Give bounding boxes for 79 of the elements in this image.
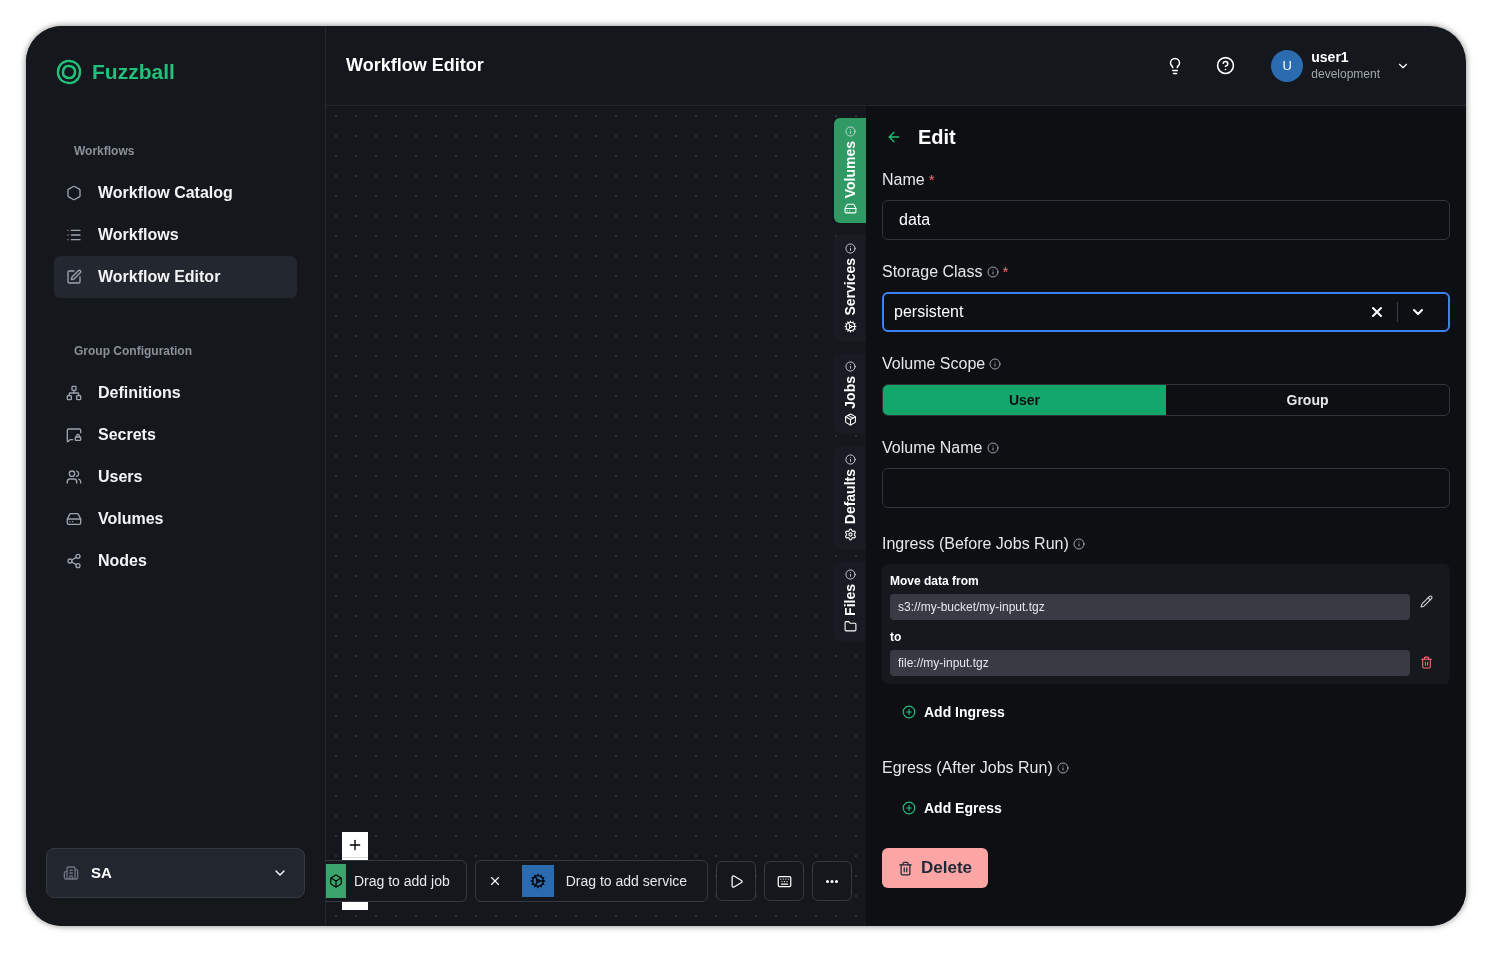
nav-icon [66,385,82,401]
info-icon [844,453,856,465]
org-switcher[interactable]: SA [46,848,305,898]
play-icon [728,873,744,889]
sidebar-item[interactable]: Nodes [54,540,297,582]
user-environment: development [1311,66,1380,82]
side-tab[interactable]: Files [834,560,866,641]
clear-icon[interactable] [1369,304,1385,320]
sidebar-item[interactable]: Users [54,456,297,498]
tab-icon [843,412,857,426]
add-egress-button[interactable]: Add Egress [882,788,1022,828]
nav-icon [66,511,82,527]
trash-icon [898,860,913,876]
logo-icon [54,57,84,87]
tab-icon [843,202,857,216]
plus-circle-icon [902,705,916,719]
section-title: Workflows [73,143,136,160]
source-field[interactable]: s3://my-bucket/my-input.tgz [890,594,1410,620]
info-icon [844,568,856,580]
section-title: Group Configuration [73,343,193,360]
sidebar-item[interactable]: Secrets [54,414,297,456]
page-title: Workflow Editor [346,54,485,77]
scope-option[interactable]: Group [1166,385,1449,415]
trash-icon[interactable] [1419,656,1433,669]
field-label: Storage Class [882,262,983,282]
info-icon [844,360,856,372]
sidebar-item[interactable]: Definitions [54,372,297,414]
nav-icon [66,553,82,569]
edit-icon[interactable] [1419,595,1433,608]
add-ingress-button[interactable]: Add Ingress [882,692,1025,732]
more-icon [826,879,839,883]
nav-icon [66,185,82,201]
building-icon [63,865,79,881]
add-job-chip[interactable]: Drag to add job [326,860,467,902]
avatar[interactable]: U [1271,49,1304,82]
run-button[interactable] [716,861,757,901]
side-tab[interactable]: Volumes [834,118,866,224]
sidebar-item[interactable]: Volumes [54,498,297,540]
nav-icon [66,227,82,243]
required-asterisk: * [1002,261,1009,282]
chip-label: Drag to add service [565,871,689,891]
add-service-chip[interactable]: Drag to add service [474,860,709,902]
tab-icon [843,619,857,633]
field-label: Volume Scope [882,354,986,374]
from-label: Move data from [890,573,980,590]
nav-icon [66,469,82,485]
to-label: to [890,629,903,646]
panel-title: Edit [918,125,956,150]
delete-button[interactable]: Delete [882,848,989,888]
name-input[interactable]: data [882,200,1450,240]
plus-circle-icon [902,801,916,815]
keyboard-icon [776,873,792,889]
user-name: user1 [1311,49,1350,67]
destination-field[interactable]: file://my-input.tgz [890,650,1410,676]
sidebar-item[interactable]: Workflows [54,214,297,256]
app-name: Fuzzball [92,59,175,86]
chip-label: Drag to add job [354,871,450,891]
sidebar-item[interactable]: Workflow Catalog [54,172,297,214]
help-icon[interactable] [1216,56,1236,75]
nav-icon [66,427,82,443]
field-label: Name [882,170,925,190]
field-label: Egress (After Jobs Run) [882,758,1053,778]
info-icon [844,243,856,255]
side-tab[interactable]: Defaults [834,445,866,549]
tab-icon [843,527,857,541]
required-asterisk: * [928,169,935,190]
storage-class-select[interactable]: persistent [882,292,1450,332]
volume-name-input[interactable] [882,468,1450,508]
info-icon [844,126,856,137]
nav-icon [66,269,82,285]
field-label: Ingress (Before Jobs Run) [882,534,1069,554]
scope-option[interactable]: User [883,385,1166,415]
side-tab[interactable]: Services [834,235,866,341]
field-label: Volume Name [882,438,983,458]
sidebar-item[interactable]: Workflow Editor [54,256,297,298]
side-tab[interactable]: Jobs [834,352,866,434]
cube-icon [329,874,343,888]
keyboard-button[interactable] [764,861,805,901]
tab-icon [843,319,857,333]
